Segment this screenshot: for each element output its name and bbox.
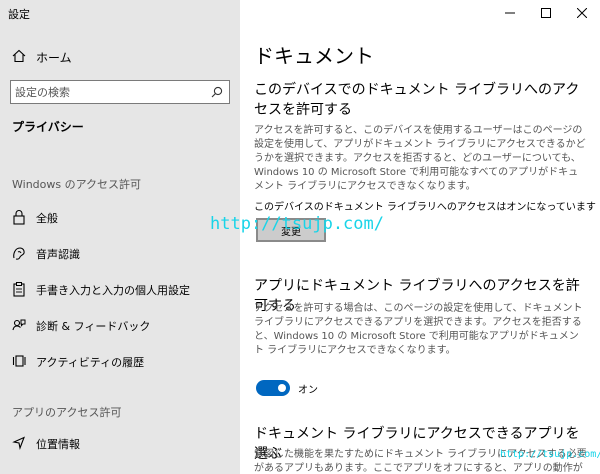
sidebar-item-general[interactable]: 全般: [0, 202, 240, 232]
sidebar-item-diagnostics-feedback[interactable]: 診断 & フィードバック: [0, 310, 240, 340]
watermark-text: http://tsujp.com/: [210, 214, 384, 234]
maximize-button[interactable]: [528, 0, 564, 26]
close-icon: [577, 8, 587, 18]
group-title-app-permissions: アプリのアクセス許可: [12, 406, 122, 419]
main-content: ドキュメント このデバイスでのドキュメント ライブラリへのアクセスを許可する ア…: [240, 0, 600, 474]
sidebar-item-label: 位置情報: [36, 438, 80, 451]
sidebar-item-location[interactable]: 位置情報: [0, 428, 240, 458]
lock-icon: [13, 210, 25, 225]
minimize-button[interactable]: [492, 0, 528, 26]
location-icon: [12, 436, 25, 450]
clipboard-icon: [13, 282, 25, 297]
window-title: 設定: [8, 8, 30, 21]
sidebar-item-activity-history[interactable]: アクティビティの履歴: [0, 346, 240, 376]
watermark-text-small: http://tsujp.com/: [500, 449, 600, 460]
sidebar-item-label: ホーム: [36, 51, 72, 65]
sidebar-item-inking-typing[interactable]: 手書き入力と入力の個人用設定: [0, 274, 240, 304]
minimize-icon: [505, 12, 515, 14]
app-access-toggle[interactable]: [256, 380, 290, 396]
close-button[interactable]: [564, 0, 600, 26]
activity-icon: [12, 355, 26, 367]
sidebar: 設定 ホーム プライバシー Windows のアクセス許可 全般 音声認識: [0, 0, 240, 474]
sidebar-item-label: 手書き入力と入力の個人用設定: [36, 284, 190, 297]
section-description-app-access: アクセスを許可する場合は、このページの設定を使用して、ドキュメント ライブラリに…: [254, 303, 583, 356]
section-title-device-access: このデバイスでのドキュメント ライブラリへのアクセスを許可する: [254, 82, 580, 118]
toggle-knob: [278, 384, 286, 392]
search-input[interactable]: [15, 83, 205, 101]
sidebar-item-label: 音声認識: [36, 248, 80, 261]
feedback-icon: [12, 319, 26, 331]
sidebar-item-label: 全般: [36, 212, 58, 225]
current-section-title: プライバシー: [12, 120, 84, 134]
sidebar-item-home[interactable]: ホーム: [0, 44, 240, 70]
window-controls: [492, 0, 600, 26]
page-title: ドキュメント: [254, 44, 374, 68]
sidebar-item-speech[interactable]: 音声認識: [0, 238, 240, 268]
toggle-state-label: オン: [298, 385, 318, 396]
sidebar-item-label: アクティビティの履歴: [36, 356, 145, 369]
device-access-status: このデバイスのドキュメント ライブラリへのアクセスはオンになっています: [254, 202, 596, 213]
search-icon[interactable]: [211, 86, 223, 98]
home-icon: [12, 49, 26, 63]
maximize-icon: [541, 8, 551, 18]
section-description-device-access: アクセスを許可すると、このデバイスを使用するユーザーはこのページの設定を使用して…: [254, 125, 586, 192]
sidebar-item-label: 診断 & フィードバック: [36, 320, 151, 333]
group-title-windows-permissions: Windows のアクセス許可: [12, 178, 142, 191]
search-box: [10, 80, 230, 104]
speech-icon: [13, 247, 25, 260]
